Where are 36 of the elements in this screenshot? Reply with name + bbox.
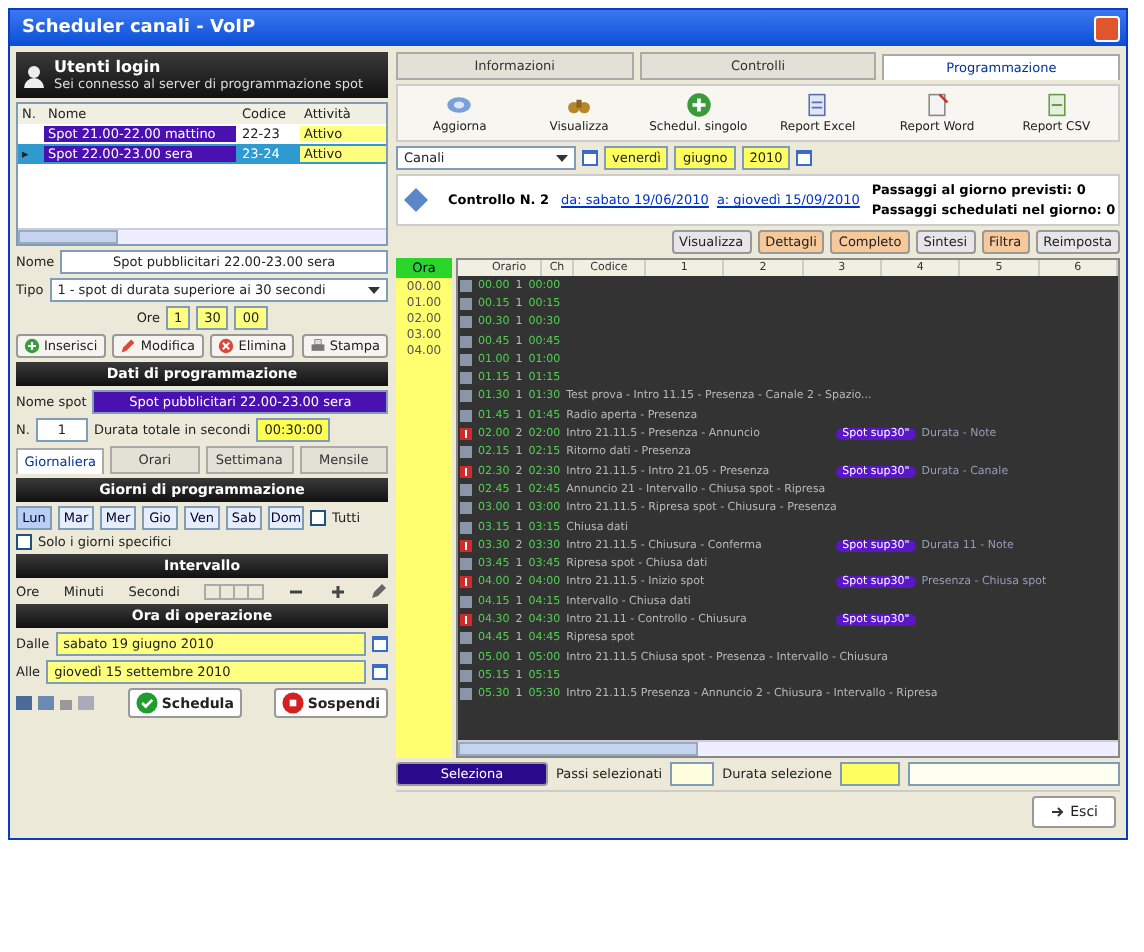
plus-icon[interactable] (329, 583, 346, 599)
header-title: Utenti login (54, 58, 163, 76)
user-icon (22, 63, 46, 87)
checkbox[interactable] (16, 534, 32, 550)
alert-icon (460, 465, 472, 478)
plus-icon (685, 92, 712, 118)
duration-field (840, 762, 900, 786)
exit-icon (1050, 804, 1067, 820)
close-button[interactable] (1094, 15, 1120, 41)
entry-icon (460, 558, 472, 571)
alert-icon (460, 539, 472, 552)
pencil-icon (120, 338, 137, 354)
grid-icon (204, 583, 265, 599)
document-icon (804, 92, 831, 118)
alert-icon (460, 576, 472, 589)
plus-icon (24, 338, 40, 354)
diamond-icon (404, 188, 428, 212)
caret-icon (368, 284, 380, 296)
calendar-icon[interactable] (582, 150, 598, 166)
document-icon (924, 92, 951, 118)
calendar-icon[interactable] (796, 150, 813, 166)
alert-icon (460, 613, 472, 626)
pencil-icon[interactable] (370, 582, 388, 600)
checkbox[interactable] (310, 510, 326, 526)
caret-icon (556, 152, 568, 164)
entry-icon (460, 446, 472, 459)
entry-icon (460, 595, 472, 608)
toolbar-icons-drawing (16, 694, 96, 712)
stop-icon (281, 692, 304, 714)
delete-icon (218, 338, 235, 354)
printer-icon (309, 338, 326, 354)
window-title: Scheduler canali - VoIP (22, 18, 256, 38)
selected-field (670, 762, 715, 786)
alert-icon (460, 428, 472, 441)
document-icon (1043, 92, 1070, 118)
check-icon (135, 692, 158, 714)
